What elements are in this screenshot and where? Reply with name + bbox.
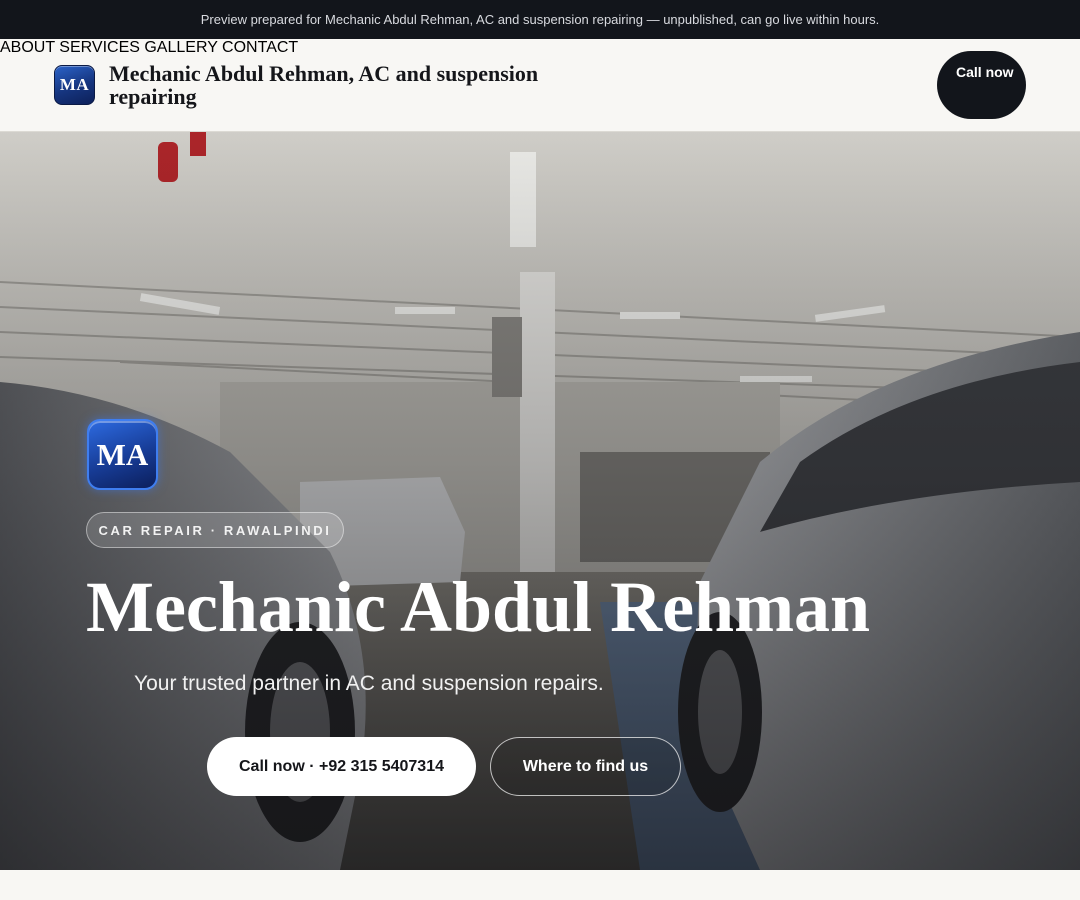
hero-logo-badge-icon: MA xyxy=(87,419,158,490)
logo-initials: MA xyxy=(59,75,90,94)
hero-eyebrow-text: CAR REPAIR · RAWALPINDI xyxy=(98,522,332,538)
where-to-find-us-button[interactable]: Where to find us xyxy=(490,737,681,796)
hero-logo-initials: MA xyxy=(96,436,149,472)
call-now-button[interactable]: Call now · +92 315 5407314 xyxy=(207,737,476,796)
hero-title: Mechanic Abdul Rehman xyxy=(86,567,871,647)
header-call-button[interactable]: Call now xyxy=(937,51,1026,119)
hero-tagline: Your trusted partner in AC and suspensio… xyxy=(134,672,604,695)
brand-name[interactable]: Mechanic Abdul Rehman, AC and suspension… xyxy=(109,62,569,108)
nav-item-services[interactable]: SERVICES xyxy=(59,39,140,56)
preview-banner: Preview prepared for Mechanic Abdul Rehm… xyxy=(0,0,1080,39)
call-now-label: Call now · +92 315 5407314 xyxy=(238,757,444,775)
main-nav: ABOUT SERVICES GALLERY CONTACT xyxy=(0,39,1080,57)
site-header: MA Mechanic Abdul Rehman, AC and suspens… xyxy=(0,39,1080,132)
logo-badge-icon[interactable]: MA xyxy=(54,65,95,105)
nav-item-about[interactable]: ABOUT xyxy=(0,39,55,56)
preview-banner-text: Preview prepared for Mechanic Abdul Rehm… xyxy=(200,12,880,27)
nav-item-gallery[interactable]: GALLERY xyxy=(144,39,217,56)
hero-section: MA CAR REPAIR · RAWALPINDI Mechanic Abdu… xyxy=(0,132,1080,870)
where-to-find-us-label: Where to find us xyxy=(522,757,649,775)
hero-eyebrow-badge: CAR REPAIR · RAWALPINDI xyxy=(86,512,344,548)
nav-item-contact[interactable]: CONTACT xyxy=(222,39,298,56)
